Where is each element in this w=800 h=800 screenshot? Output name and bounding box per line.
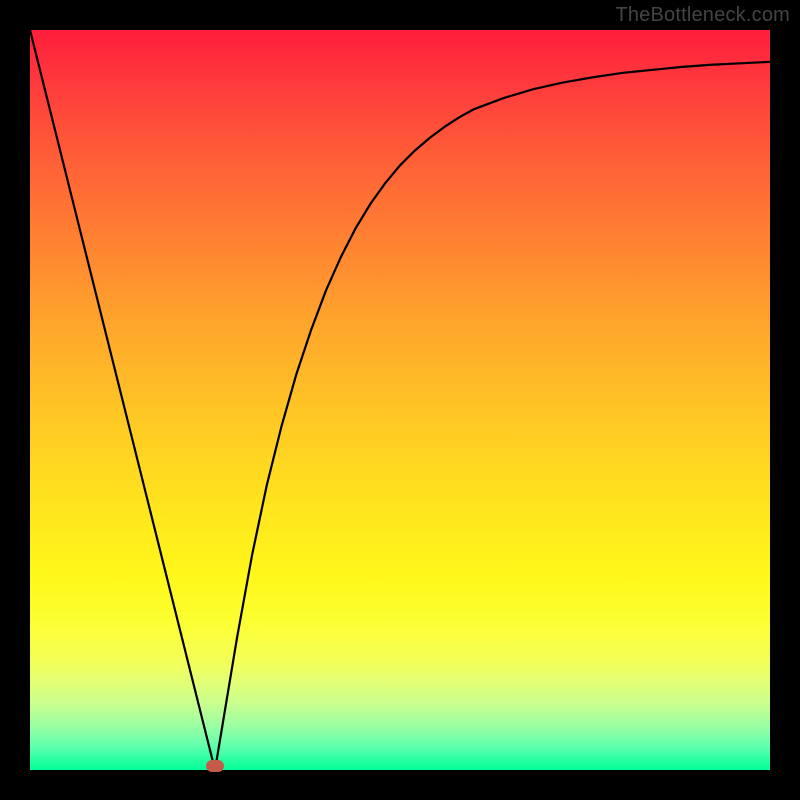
plot-area [30,30,770,770]
background-gradient [30,30,770,770]
watermark-text: TheBottleneck.com [615,4,790,27]
chart-frame: TheBottleneck.com [0,0,800,800]
